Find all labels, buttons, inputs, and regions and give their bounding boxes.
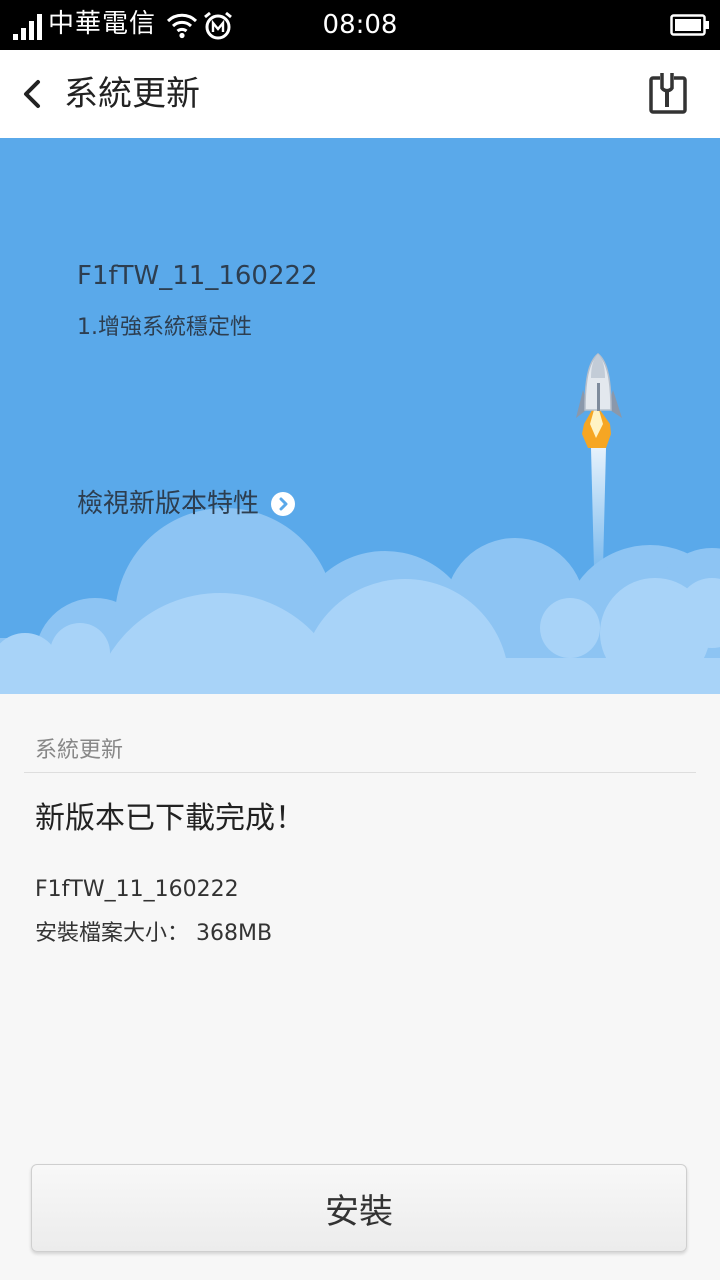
cloud-illustration: [0, 353, 720, 694]
status-time: 08:08: [322, 10, 398, 40]
download-status: 新版本已下載完成！: [35, 801, 305, 836]
install-button[interactable]: 安裝: [31, 1164, 687, 1252]
page-title: 系統更新: [64, 74, 200, 114]
status-bar: 中華電信 08:08: [0, 0, 720, 50]
update-banner: F1fTW_11_160222 1.增強系統穩定性 檢視新版本特性: [0, 138, 720, 694]
tool-icon[interactable]: [640, 68, 694, 122]
section-label: 系統更新: [35, 738, 124, 763]
package-size: 安裝檔案大小： 368MB: [35, 921, 273, 946]
chevron-right-icon: [271, 492, 296, 516]
view-features-link[interactable]: 檢視新版本特性: [77, 484, 296, 524]
section-divider: [24, 772, 696, 773]
battery-icon: [670, 14, 709, 36]
hero-version: F1fTW_11_160222: [77, 261, 318, 291]
app-header: 系統更新: [0, 50, 720, 138]
rocket-icon: [576, 353, 622, 448]
back-button[interactable]: [10, 72, 54, 116]
package-version: F1fTW_11_160222: [35, 877, 239, 902]
view-features-label: 檢視新版本特性: [77, 489, 260, 519]
release-note: 1.增強系統穩定性: [77, 315, 252, 340]
